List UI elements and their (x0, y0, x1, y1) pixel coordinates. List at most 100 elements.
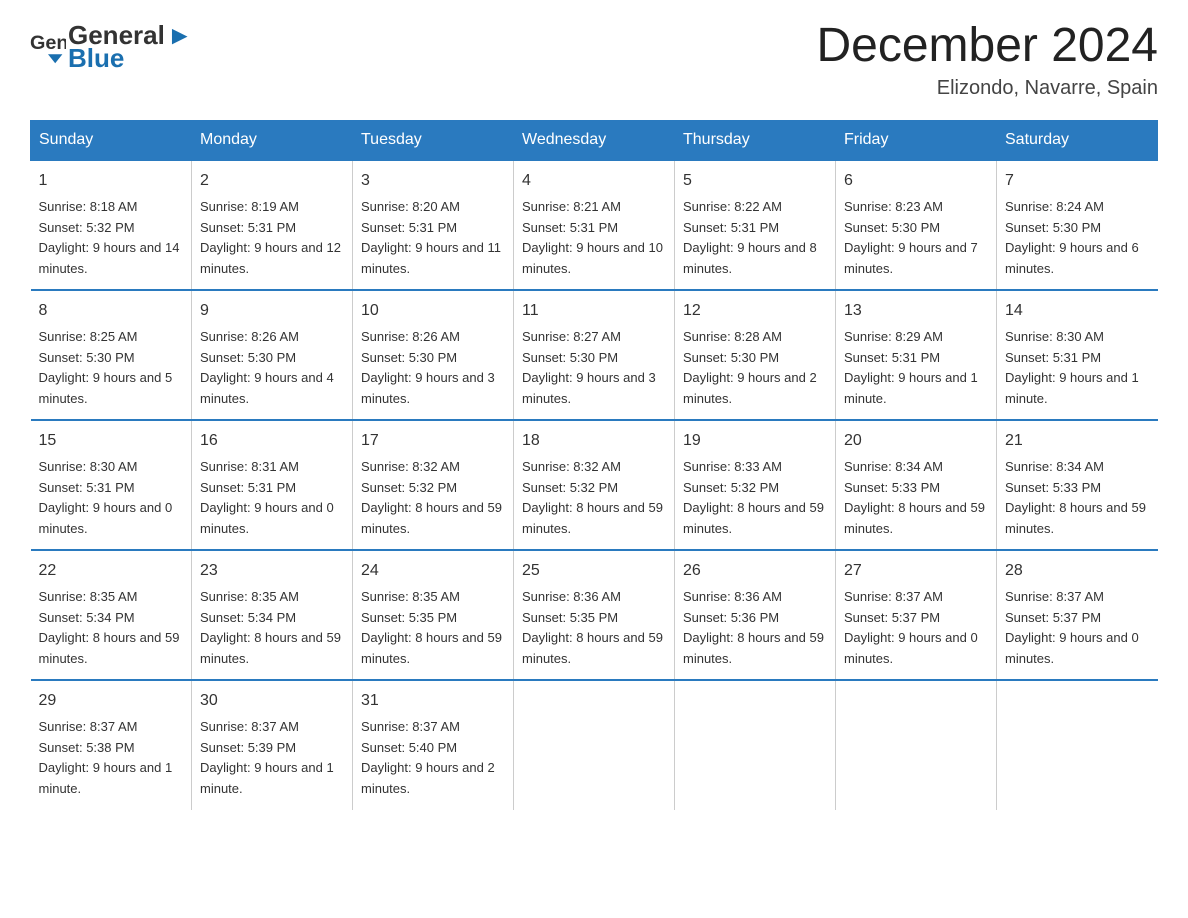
calendar-week-row: 15 Sunrise: 8:30 AM Sunset: 5:31 PM Dayl… (31, 420, 1158, 550)
table-row: 1 Sunrise: 8:18 AM Sunset: 5:32 PM Dayli… (31, 160, 192, 290)
day-info: Sunrise: 8:33 AM Sunset: 5:32 PM Dayligh… (683, 457, 827, 540)
day-number: 23 (200, 559, 344, 583)
day-number: 9 (200, 299, 344, 323)
day-number: 26 (683, 559, 827, 583)
day-number: 1 (39, 169, 184, 193)
day-number: 15 (39, 429, 184, 453)
day-number: 27 (844, 559, 988, 583)
day-info: Sunrise: 8:36 AM Sunset: 5:35 PM Dayligh… (522, 587, 666, 670)
day-number: 14 (1005, 299, 1150, 323)
day-number: 28 (1005, 559, 1150, 583)
day-number: 29 (39, 689, 184, 713)
table-row: 31 Sunrise: 8:37 AM Sunset: 5:40 PM Dayl… (353, 680, 514, 810)
day-info: Sunrise: 8:29 AM Sunset: 5:31 PM Dayligh… (844, 327, 988, 410)
day-number: 17 (361, 429, 505, 453)
day-info: Sunrise: 8:35 AM Sunset: 5:34 PM Dayligh… (200, 587, 344, 670)
table-row: 16 Sunrise: 8:31 AM Sunset: 5:31 PM Dayl… (192, 420, 353, 550)
calendar-header-row: Sunday Monday Tuesday Wednesday Thursday… (31, 120, 1158, 160)
day-info: Sunrise: 8:24 AM Sunset: 5:30 PM Dayligh… (1005, 197, 1150, 280)
calendar-week-row: 22 Sunrise: 8:35 AM Sunset: 5:34 PM Dayl… (31, 550, 1158, 680)
header-saturday: Saturday (997, 120, 1158, 160)
day-info: Sunrise: 8:34 AM Sunset: 5:33 PM Dayligh… (844, 457, 988, 540)
day-number: 31 (361, 689, 505, 713)
table-row: 25 Sunrise: 8:36 AM Sunset: 5:35 PM Dayl… (514, 550, 675, 680)
table-row: 9 Sunrise: 8:26 AM Sunset: 5:30 PM Dayli… (192, 290, 353, 420)
table-row: 15 Sunrise: 8:30 AM Sunset: 5:31 PM Dayl… (31, 420, 192, 550)
day-number: 18 (522, 429, 666, 453)
day-info: Sunrise: 8:20 AM Sunset: 5:31 PM Dayligh… (361, 197, 505, 280)
day-number: 7 (1005, 169, 1150, 193)
header-friday: Friday (836, 120, 997, 160)
day-info: Sunrise: 8:28 AM Sunset: 5:30 PM Dayligh… (683, 327, 827, 410)
day-number: 8 (39, 299, 184, 323)
day-info: Sunrise: 8:32 AM Sunset: 5:32 PM Dayligh… (522, 457, 666, 540)
table-row: 6 Sunrise: 8:23 AM Sunset: 5:30 PM Dayli… (836, 160, 997, 290)
day-number: 16 (200, 429, 344, 453)
day-info: Sunrise: 8:26 AM Sunset: 5:30 PM Dayligh… (200, 327, 344, 410)
table-row: 11 Sunrise: 8:27 AM Sunset: 5:30 PM Dayl… (514, 290, 675, 420)
table-row: 24 Sunrise: 8:35 AM Sunset: 5:35 PM Dayl… (353, 550, 514, 680)
table-row: 10 Sunrise: 8:26 AM Sunset: 5:30 PM Dayl… (353, 290, 514, 420)
day-number: 19 (683, 429, 827, 453)
table-row: 30 Sunrise: 8:37 AM Sunset: 5:39 PM Dayl… (192, 680, 353, 810)
table-row: 27 Sunrise: 8:37 AM Sunset: 5:37 PM Dayl… (836, 550, 997, 680)
day-info: Sunrise: 8:37 AM Sunset: 5:38 PM Dayligh… (39, 717, 184, 800)
table-row: 17 Sunrise: 8:32 AM Sunset: 5:32 PM Dayl… (353, 420, 514, 550)
day-number: 3 (361, 169, 505, 193)
day-info: Sunrise: 8:37 AM Sunset: 5:37 PM Dayligh… (844, 587, 988, 670)
svg-text:General: General (30, 32, 66, 54)
day-info: Sunrise: 8:37 AM Sunset: 5:40 PM Dayligh… (361, 717, 505, 800)
day-info: Sunrise: 8:22 AM Sunset: 5:31 PM Dayligh… (683, 197, 827, 280)
day-info: Sunrise: 8:35 AM Sunset: 5:35 PM Dayligh… (361, 587, 505, 670)
day-info: Sunrise: 8:35 AM Sunset: 5:34 PM Dayligh… (39, 587, 184, 670)
table-row: 14 Sunrise: 8:30 AM Sunset: 5:31 PM Dayl… (997, 290, 1158, 420)
calendar-week-row: 29 Sunrise: 8:37 AM Sunset: 5:38 PM Dayl… (31, 680, 1158, 810)
day-number: 12 (683, 299, 827, 323)
header-monday: Monday (192, 120, 353, 160)
table-row: 13 Sunrise: 8:29 AM Sunset: 5:31 PM Dayl… (836, 290, 997, 420)
day-number: 6 (844, 169, 988, 193)
day-info: Sunrise: 8:26 AM Sunset: 5:30 PM Dayligh… (361, 327, 505, 410)
table-row: 5 Sunrise: 8:22 AM Sunset: 5:31 PM Dayli… (675, 160, 836, 290)
day-info: Sunrise: 8:27 AM Sunset: 5:30 PM Dayligh… (522, 327, 666, 410)
month-title: December 2024 (816, 20, 1158, 73)
location: Elizondo, Navarre, Spain (816, 77, 1158, 100)
day-number: 5 (683, 169, 827, 193)
header-tuesday: Tuesday (353, 120, 514, 160)
day-info: Sunrise: 8:36 AM Sunset: 5:36 PM Dayligh… (683, 587, 827, 670)
table-row: 20 Sunrise: 8:34 AM Sunset: 5:33 PM Dayl… (836, 420, 997, 550)
table-row: 21 Sunrise: 8:34 AM Sunset: 5:33 PM Dayl… (997, 420, 1158, 550)
calendar-table: Sunday Monday Tuesday Wednesday Thursday… (30, 120, 1158, 810)
day-info: Sunrise: 8:30 AM Sunset: 5:31 PM Dayligh… (39, 457, 184, 540)
table-row (836, 680, 997, 810)
day-number: 4 (522, 169, 666, 193)
day-number: 24 (361, 559, 505, 583)
title-block: December 2024 Elizondo, Navarre, Spain (816, 20, 1158, 100)
table-row: 28 Sunrise: 8:37 AM Sunset: 5:37 PM Dayl… (997, 550, 1158, 680)
day-number: 13 (844, 299, 988, 323)
table-row: 26 Sunrise: 8:36 AM Sunset: 5:36 PM Dayl… (675, 550, 836, 680)
table-row: 2 Sunrise: 8:19 AM Sunset: 5:31 PM Dayli… (192, 160, 353, 290)
day-number: 10 (361, 299, 505, 323)
table-row: 3 Sunrise: 8:20 AM Sunset: 5:31 PM Dayli… (353, 160, 514, 290)
calendar-week-row: 1 Sunrise: 8:18 AM Sunset: 5:32 PM Dayli… (31, 160, 1158, 290)
day-info: Sunrise: 8:37 AM Sunset: 5:37 PM Dayligh… (1005, 587, 1150, 670)
day-info: Sunrise: 8:21 AM Sunset: 5:31 PM Dayligh… (522, 197, 666, 280)
table-row: 22 Sunrise: 8:35 AM Sunset: 5:34 PM Dayl… (31, 550, 192, 680)
day-number: 25 (522, 559, 666, 583)
day-number: 22 (39, 559, 184, 583)
table-row: 19 Sunrise: 8:33 AM Sunset: 5:32 PM Dayl… (675, 420, 836, 550)
day-info: Sunrise: 8:31 AM Sunset: 5:31 PM Dayligh… (200, 457, 344, 540)
day-number: 2 (200, 169, 344, 193)
day-number: 20 (844, 429, 988, 453)
table-row: 23 Sunrise: 8:35 AM Sunset: 5:34 PM Dayl… (192, 550, 353, 680)
logo-icon: General (30, 29, 66, 65)
table-row: 29 Sunrise: 8:37 AM Sunset: 5:38 PM Dayl… (31, 680, 192, 810)
day-info: Sunrise: 8:19 AM Sunset: 5:31 PM Dayligh… (200, 197, 344, 280)
header-sunday: Sunday (31, 120, 192, 160)
table-row: 12 Sunrise: 8:28 AM Sunset: 5:30 PM Dayl… (675, 290, 836, 420)
day-info: Sunrise: 8:23 AM Sunset: 5:30 PM Dayligh… (844, 197, 988, 280)
table-row: 18 Sunrise: 8:32 AM Sunset: 5:32 PM Dayl… (514, 420, 675, 550)
day-info: Sunrise: 8:18 AM Sunset: 5:32 PM Dayligh… (39, 197, 184, 280)
table-row (675, 680, 836, 810)
